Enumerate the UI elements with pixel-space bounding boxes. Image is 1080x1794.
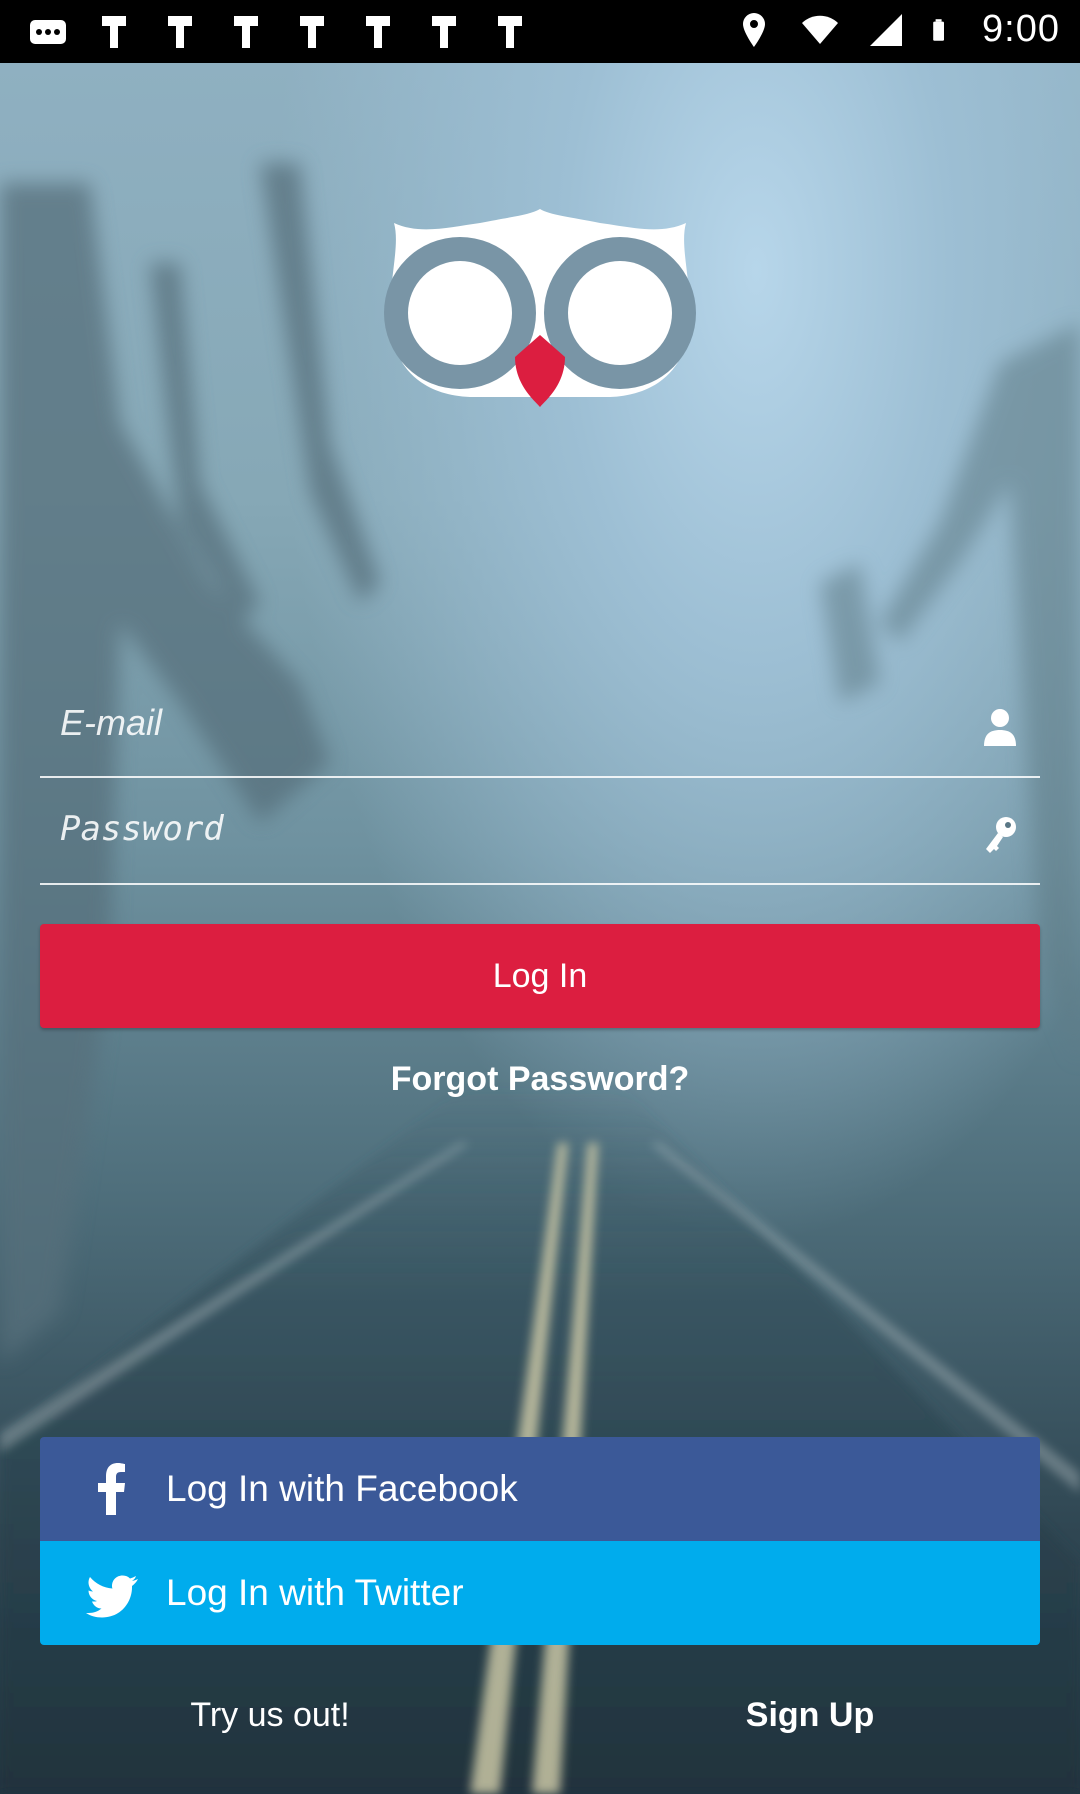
twitter-login-label: Log In with Twitter: [166, 1572, 464, 1613]
more-icon: [30, 20, 66, 44]
notification-icon: [432, 16, 456, 48]
signal-icon: [870, 13, 903, 46]
location-icon: [743, 12, 766, 47]
notification-icon: [234, 16, 258, 48]
notification-icon: [300, 16, 324, 48]
twitter-icon: [86, 1575, 138, 1618]
notification-icon: [168, 16, 192, 48]
password-field[interactable]: Password: [40, 791, 1040, 885]
facebook-login-button[interactable]: Log In with Facebook: [40, 1437, 1040, 1541]
email-placeholder: E-mail: [60, 702, 163, 743]
status-notifications: [28, 12, 530, 52]
password-placeholder: Password: [60, 809, 224, 849]
wifi-icon: [802, 15, 839, 44]
notification-icon: [498, 16, 522, 48]
email-field[interactable]: E-mail: [40, 684, 1040, 778]
status-bar: 9:00: [0, 0, 1080, 63]
battery-icon: [933, 18, 945, 41]
login-button[interactable]: Log In: [40, 924, 1040, 1028]
notification-icon: [366, 16, 390, 48]
try-us-out-link[interactable]: Try us out!: [0, 1696, 540, 1735]
notification-icon: [102, 16, 126, 48]
sign-up-link[interactable]: Sign Up: [540, 1696, 1080, 1735]
facebook-icon: [98, 1463, 125, 1515]
owl-logo: [384, 209, 696, 407]
facebook-login-label: Log In with Facebook: [166, 1468, 518, 1509]
key-icon: [986, 817, 1016, 853]
twitter-login-button[interactable]: Log In with Twitter: [40, 1541, 1040, 1645]
user-icon: [984, 709, 1016, 746]
status-time: 9:00: [982, 8, 1060, 50]
status-system: 9:00: [734, 8, 1060, 51]
forgot-password-link[interactable]: Forgot Password?: [0, 1060, 1080, 1099]
